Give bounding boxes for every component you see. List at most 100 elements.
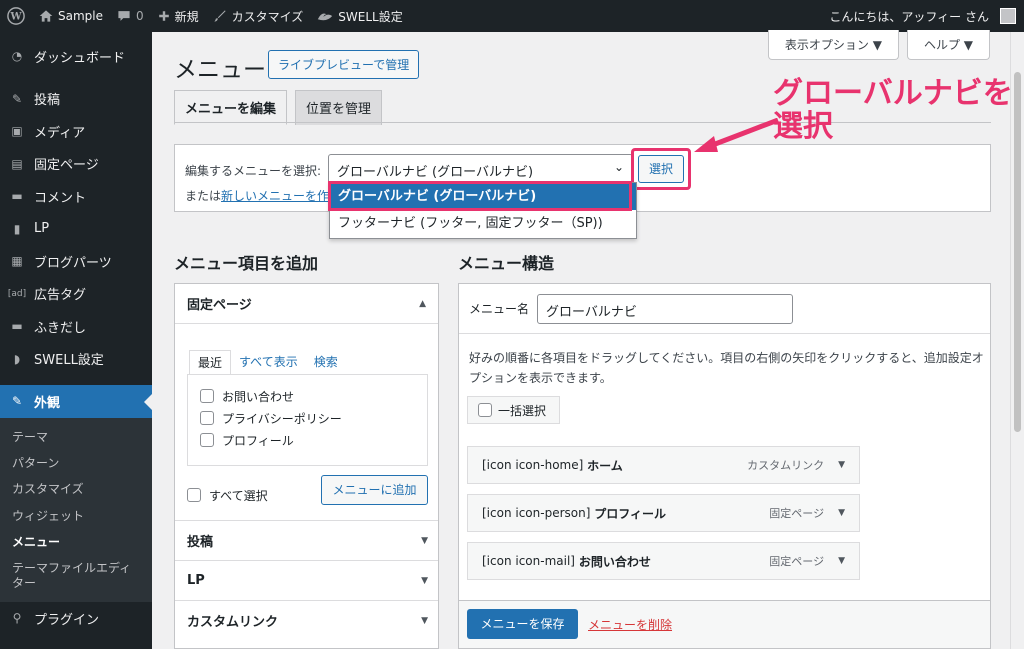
sidebar-item-label: 外観	[34, 395, 61, 411]
sidebar-item-dashboard[interactable]: ◔ ダッシュボード	[0, 40, 152, 73]
plugin-icon: ⚲	[12, 611, 22, 626]
submenu-item-menus[interactable]: メニュー	[0, 529, 152, 555]
sidebar-item-swell[interactable]: ◗ SWELL設定	[0, 343, 152, 376]
sidebar-item-media[interactable]: ▣ メディア	[0, 115, 152, 148]
tab-edit-menus[interactable]: メニューを編集	[174, 90, 288, 125]
list-item[interactable]: お問い合わせ	[200, 385, 427, 407]
checkbox[interactable]	[200, 433, 214, 447]
screen-options-button[interactable]: 表示オプション ▼	[767, 30, 899, 60]
menu-item-prefix: [icon icon-mail]	[482, 554, 575, 568]
menu-item-title: ホーム	[587, 458, 623, 473]
ad-icon: [ad]	[7, 288, 27, 299]
caret-down-icon: ▼	[421, 535, 428, 546]
sidebar-item-balloon[interactable]: ▬ ふきだし	[0, 310, 152, 343]
menu-select[interactable]: グローバルナビ (グローバルナビ) ⌄	[328, 154, 633, 184]
menu-item-type: カスタムリンク	[747, 459, 825, 472]
accordion-pages[interactable]: 固定ページ ▲	[175, 284, 438, 324]
sidebar-item-appearance[interactable]: ✎ 外観	[0, 385, 152, 418]
submenu-item-theme-editor[interactable]: テーマファイルエディター	[0, 555, 152, 596]
highlight-box	[328, 181, 632, 211]
dropdown-option-footer-nav[interactable]: フッターナビ (フッター, 固定フッター（SP))	[330, 210, 636, 237]
sidebar-item-label: コメント	[34, 190, 87, 206]
avatar	[1000, 8, 1016, 24]
menu-select-value: グローバルナビ (グローバルナビ)	[337, 165, 534, 180]
checkbox[interactable]	[200, 411, 214, 425]
swell-settings-link[interactable]: SWELL設定	[310, 0, 409, 32]
sidebar-item-pages[interactable]: ▤ 固定ページ	[0, 148, 152, 181]
nav-tabs: メニューを編集 位置を管理	[174, 90, 383, 125]
checkbox[interactable]	[478, 403, 492, 417]
menu-save-bar: メニューを保存 メニューを削除	[458, 601, 991, 649]
new-menu-link[interactable]: 新しいメニューを作	[221, 189, 329, 203]
appearance-submenu: テーマ パターン カスタマイズ ウィジェット メニュー テーマファイルエディター	[0, 417, 152, 603]
create-menu-text: または新しいメニューを作	[185, 187, 329, 204]
menu-name-input[interactable]: グローバルナビ	[537, 293, 794, 324]
accordion-custom-links[interactable]: カスタムリンク ▼	[175, 600, 438, 640]
plus-icon	[158, 11, 169, 21]
save-menu-button[interactable]: メニューを保存	[467, 609, 578, 639]
caret-down-icon: ▼	[421, 615, 428, 626]
caret-down-icon[interactable]: ▼	[838, 460, 845, 470]
tab-search[interactable]: 検索	[306, 350, 346, 375]
sidebar-item-blog-parts[interactable]: ▦ ブログパーツ	[0, 245, 152, 278]
sidebar-item-label: SWELL設定	[34, 353, 104, 369]
menu-item-home[interactable]: [icon icon-home] ホーム カスタムリンク ▼	[467, 446, 860, 484]
wordpress-logo-icon[interactable]: W	[0, 0, 32, 32]
sidebar-item-plugins[interactable]: ⚲ プラグイン	[0, 602, 152, 635]
delete-menu-link[interactable]: メニューを削除	[588, 616, 672, 633]
tab-recent[interactable]: 最近	[189, 350, 232, 375]
drag-instructions: 好みの順番に各項目をドラッグしてください。項目の右側の矢印をクリックすると、追加…	[469, 351, 984, 385]
sidebar-item-posts[interactable]: ✎ 投稿	[0, 83, 152, 116]
submenu-item-themes[interactable]: テーマ	[0, 424, 152, 450]
checkbox[interactable]	[187, 488, 201, 502]
accordion-lp[interactable]: LP ▼	[175, 560, 438, 600]
scrollbar-thumb[interactable]	[1014, 72, 1021, 432]
customize-link[interactable]: カスタマイズ	[206, 0, 311, 32]
caret-down-icon[interactable]: ▼	[838, 556, 845, 566]
sidebar-item-ad-tag[interactable]: [ad] 広告タグ	[0, 278, 152, 311]
sidebar-item-label: LP	[34, 221, 50, 237]
home-icon	[39, 10, 53, 22]
page-label: プロフィール	[222, 433, 294, 448]
my-account-link[interactable]: こんにちは、アッフィー さん	[822, 0, 1024, 32]
select-all-pages[interactable]: すべて選択	[187, 484, 268, 506]
comment-icon	[118, 11, 130, 21]
site-name: Sample	[58, 9, 103, 23]
submenu-item-widgets[interactable]: ウィジェット	[0, 503, 152, 529]
bulk-select-button[interactable]: 一括選択	[467, 396, 560, 424]
tab-view-all[interactable]: すべて表示	[231, 350, 306, 375]
page-label: プライバシーポリシー	[222, 411, 342, 426]
sidebar-item-label: 広告タグ	[34, 288, 87, 304]
sidebar-item-label: 固定ページ	[34, 158, 99, 174]
sidebar-item-label: プラグイン	[34, 612, 100, 628]
accordion-title: LP	[187, 573, 205, 588]
live-preview-button[interactable]: ライブプレビューで管理	[268, 50, 420, 79]
scrollbar[interactable]	[1010, 32, 1024, 649]
menu-item-contact[interactable]: [icon icon-mail] お問い合わせ 固定ページ ▼	[467, 542, 860, 580]
comments-count: 0	[136, 9, 144, 23]
blocks-icon: ▦	[11, 254, 23, 269]
checkbox[interactable]	[200, 389, 214, 403]
accordion-posts[interactable]: 投稿 ▼	[175, 520, 438, 560]
submenu-item-patterns[interactable]: パターン	[0, 450, 152, 476]
help-button[interactable]: ヘルプ ▼	[906, 30, 990, 60]
comments-link[interactable]: 0	[110, 0, 151, 32]
add-to-menu-button[interactable]: メニューに追加	[321, 475, 428, 505]
new-content-link[interactable]: 新規	[151, 0, 206, 32]
tab-manage-locations[interactable]: 位置を管理	[295, 90, 383, 125]
greeting-text: こんにちは、アッフィー さん	[829, 9, 989, 24]
sidebar-item-comments[interactable]: ▬ コメント	[0, 180, 152, 213]
brush-icon	[214, 10, 226, 22]
submenu-item-customize[interactable]: カスタマイズ	[0, 476, 152, 502]
sidebar-item-lp[interactable]: ▮ LP	[0, 213, 152, 246]
menu-item-profile[interactable]: [icon icon-person] プロフィール 固定ページ ▼	[467, 494, 860, 532]
list-item[interactable]: プロフィール	[200, 429, 427, 451]
file-icon: ▮	[13, 221, 21, 236]
bulk-select-label: 一括選択	[498, 403, 547, 418]
chevron-down-icon: ⌄	[613, 160, 624, 174]
list-item[interactable]: プライバシーポリシー	[200, 407, 427, 429]
sidebar-item-label: ブログパーツ	[34, 255, 112, 271]
caret-down-icon[interactable]: ▼	[838, 508, 845, 518]
site-name-link[interactable]: Sample	[32, 0, 110, 32]
svg-text:W: W	[9, 12, 22, 23]
